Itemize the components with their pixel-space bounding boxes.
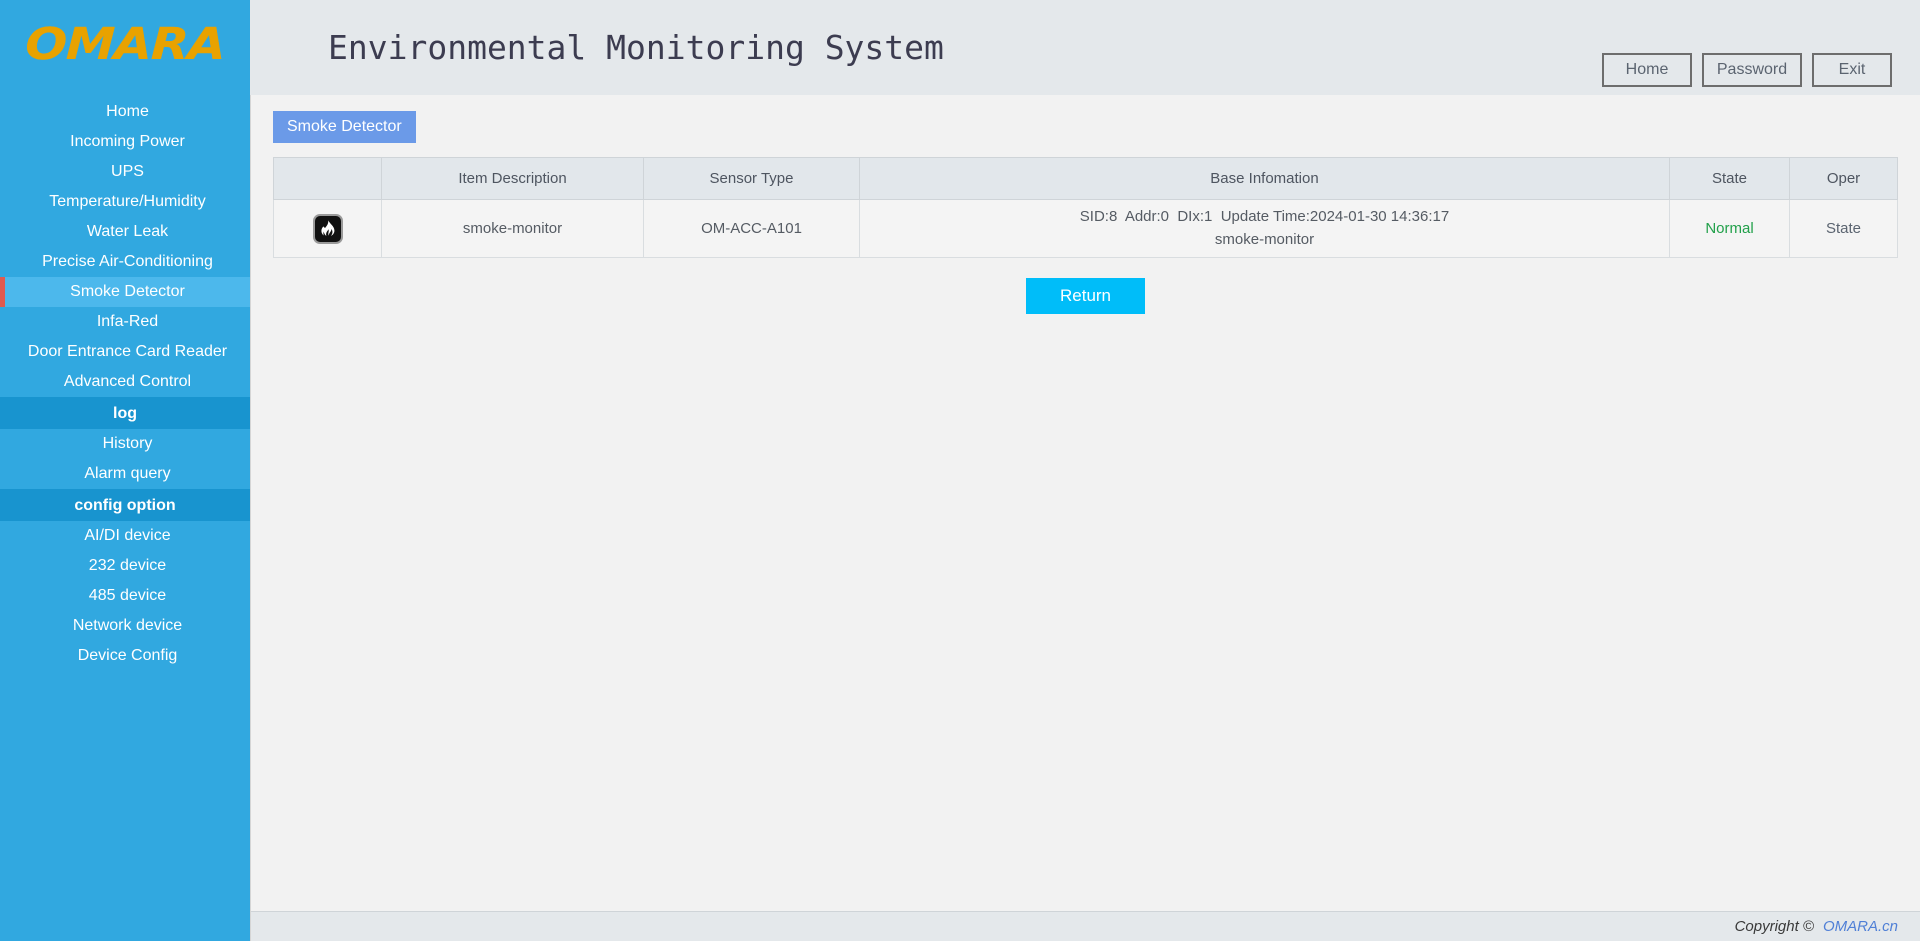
- top-strip: OMARA Environmental Monitoring System Ho…: [0, 0, 1920, 95]
- sidebar-item-network-device[interactable]: Network device: [0, 611, 250, 641]
- col-header-oper: Oper: [1790, 158, 1898, 200]
- header-button-group: Home Password Exit: [1602, 53, 1892, 87]
- footer: Copyright © OMARA.cn: [251, 911, 1920, 941]
- col-header-state: State: [1670, 158, 1790, 200]
- page-title: Environmental Monitoring System: [328, 28, 944, 67]
- cell-state: Normal: [1670, 200, 1790, 258]
- sidebar-item-485-device[interactable]: 485 device: [0, 581, 250, 611]
- col-header-item-description: Item Description: [382, 158, 644, 200]
- sidebar-nav: Home Incoming Power UPS Temperature/Humi…: [0, 95, 250, 941]
- sidebar-item-infa-red[interactable]: Infa-Red: [0, 307, 250, 337]
- exit-button[interactable]: Exit: [1812, 53, 1892, 87]
- footer-brand-link[interactable]: OMARA.cn: [1823, 918, 1898, 935]
- base-info-line-1: SID:8 Addr:0 DIx:1 Update Time:2024-01-3…: [868, 206, 1661, 229]
- omara-logo: OMARA: [24, 23, 225, 67]
- cell-item-description: smoke-monitor: [382, 200, 644, 258]
- sidebar-item-232-device[interactable]: 232 device: [0, 551, 250, 581]
- tab-smoke-detector[interactable]: Smoke Detector: [273, 111, 416, 143]
- base-info-line-2: smoke-monitor: [868, 229, 1661, 252]
- state-action-link[interactable]: State: [1826, 220, 1861, 237]
- content-inner: Smoke Detector Item Description Sensor T…: [251, 95, 1920, 911]
- sidebar-item-smoke-detector[interactable]: Smoke Detector: [0, 277, 250, 307]
- copyright-text: Copyright ©: [1735, 918, 1814, 935]
- table-row: smoke-monitor OM-ACC-A101 SID:8 Addr:0 D…: [274, 200, 1898, 258]
- sidebar-item-home[interactable]: Home: [0, 97, 250, 127]
- content-area: Smoke Detector Item Description Sensor T…: [250, 95, 1920, 941]
- cell-device-icon: [274, 200, 382, 258]
- sidebar-item-history[interactable]: History: [0, 429, 250, 459]
- col-header-sensor-type: Sensor Type: [644, 158, 860, 200]
- sidebar-item-ai-di-device[interactable]: AI/DI device: [0, 521, 250, 551]
- app-root: OMARA Environmental Monitoring System Ho…: [0, 0, 1920, 941]
- sidebar-item-door-entrance-card-reader[interactable]: Door Entrance Card Reader: [0, 337, 250, 367]
- body-row: Home Incoming Power UPS Temperature/Humi…: [0, 95, 1920, 941]
- sidebar-item-water-leak[interactable]: Water Leak: [0, 217, 250, 247]
- sidebar-group-log: log: [0, 399, 250, 429]
- col-header-base-information: Base Infomation: [860, 158, 1670, 200]
- home-button[interactable]: Home: [1602, 53, 1692, 87]
- sidebar-item-device-config[interactable]: Device Config: [0, 641, 250, 671]
- status-badge: Normal: [1705, 220, 1753, 237]
- password-button[interactable]: Password: [1702, 53, 1802, 87]
- return-button-wrap: Return: [273, 278, 1898, 314]
- header-bar: Environmental Monitoring System Home Pas…: [250, 0, 1920, 95]
- flame-icon: [313, 214, 343, 244]
- table-header-row: Item Description Sensor Type Base Infoma…: [274, 158, 1898, 200]
- return-button[interactable]: Return: [1026, 278, 1145, 314]
- sidebar-item-precise-air-conditioning[interactable]: Precise Air-Conditioning: [0, 247, 250, 277]
- sidebar-filler: [0, 671, 250, 941]
- logo-container: OMARA: [0, 0, 250, 95]
- device-table: Item Description Sensor Type Base Infoma…: [273, 157, 1898, 258]
- sidebar-item-temperature-humidity[interactable]: Temperature/Humidity: [0, 187, 250, 217]
- sidebar-item-incoming-power[interactable]: Incoming Power: [0, 127, 250, 157]
- cell-oper: State: [1790, 200, 1898, 258]
- table-head: Item Description Sensor Type Base Infoma…: [274, 158, 1898, 200]
- sidebar-item-advanced-control[interactable]: Advanced Control: [0, 367, 250, 397]
- cell-base-information: SID:8 Addr:0 DIx:1 Update Time:2024-01-3…: [860, 200, 1670, 258]
- sidebar-item-ups[interactable]: UPS: [0, 157, 250, 187]
- sidebar-item-alarm-query[interactable]: Alarm query: [0, 459, 250, 489]
- table-body: smoke-monitor OM-ACC-A101 SID:8 Addr:0 D…: [274, 200, 1898, 258]
- cell-sensor-type: OM-ACC-A101: [644, 200, 860, 258]
- col-header-icon: [274, 158, 382, 200]
- sidebar-group-config-option: config option: [0, 491, 250, 521]
